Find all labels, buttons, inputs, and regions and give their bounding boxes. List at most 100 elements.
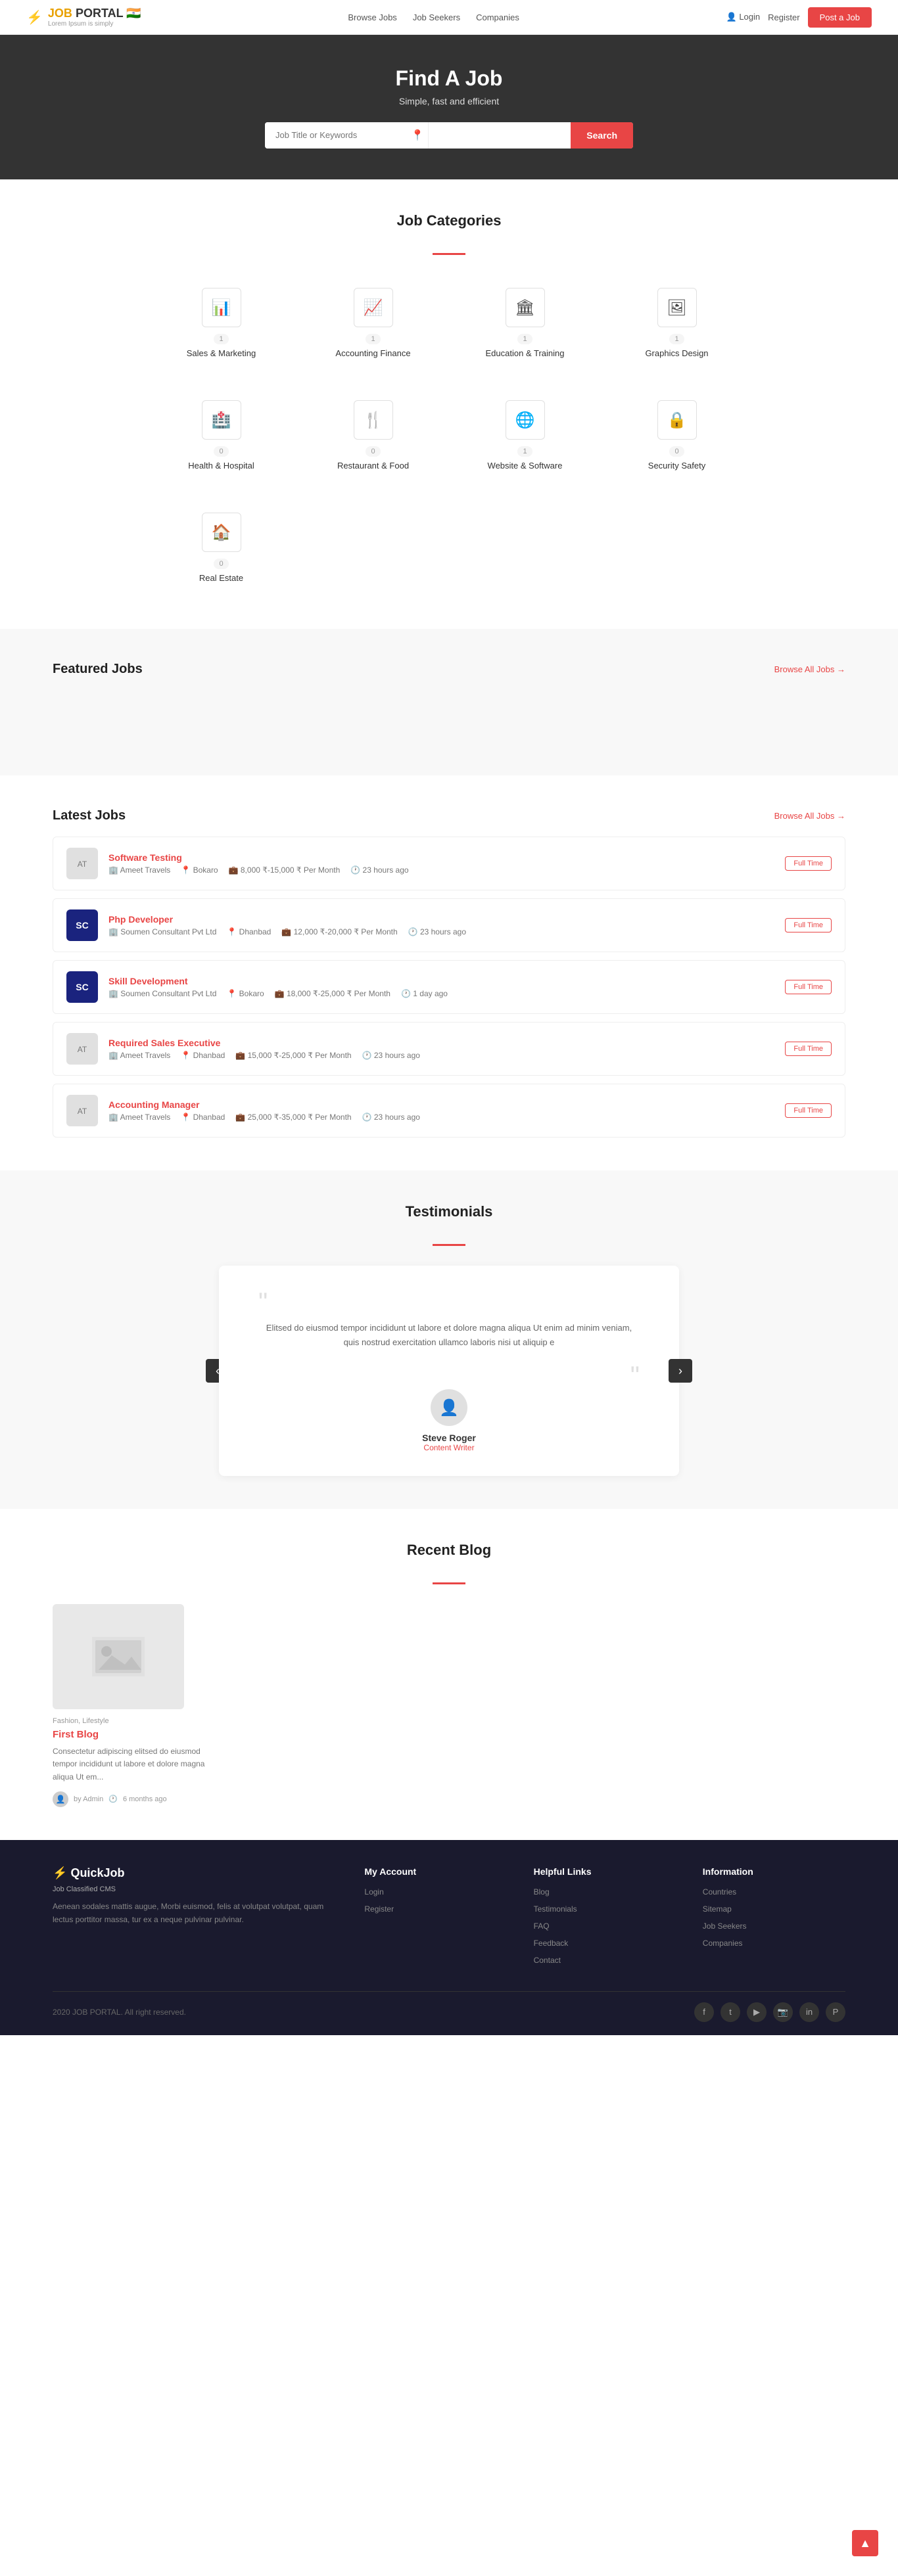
category-realestate[interactable]: 🏠 0 Real Estate <box>153 499 289 596</box>
featured-jobs-placeholder <box>53 690 845 743</box>
login-button[interactable]: 👤 Login <box>726 12 761 22</box>
categories-section: Job Categories 📊 1 Sales & Marketing 📈 1… <box>0 179 898 629</box>
testimonial-next-button[interactable]: › <box>669 1359 692 1383</box>
job-salary-2: 💼 12,000 ₹-20,000 ₹ Per Month <box>281 927 397 936</box>
category-accounting[interactable]: 📈 1 Accounting Finance <box>305 275 441 371</box>
svg-text:AT: AT <box>78 1107 87 1116</box>
latest-section: Latest Jobs Browse All Jobs → AT Softwar… <box>0 775 898 1170</box>
category-health[interactable]: 🏥 0 Health & Hospital <box>153 387 289 484</box>
job-info-software-testing: Software Testing 🏢 Ameet Travels 📍 Bokar… <box>108 852 774 875</box>
footer-desc: Aenean sodales mattis augue, Morbi euism… <box>53 1900 338 1927</box>
footer-link-testimonials[interactable]: Testimonials <box>534 1904 577 1914</box>
location-icon: 📍 <box>407 122 428 149</box>
job-company-5: 🏢 Ameet Travels <box>108 1113 170 1122</box>
category-security[interactable]: 🔒 0 Security Safety <box>609 387 745 484</box>
job-company-2: 🏢 Soumen Consultant Pvt Ltd <box>108 927 216 936</box>
job-logo-at-3: AT <box>66 1095 98 1126</box>
social-pinterest-icon[interactable]: P <box>826 2002 845 2022</box>
category-sales-marketing[interactable]: 📊 1 Sales & Marketing <box>153 275 289 371</box>
hero-section: Find A Job Simple, fast and efficient 📍 … <box>0 35 898 179</box>
register-button[interactable]: Register <box>768 12 799 22</box>
footer-info-col: Information Countries Sitemap Job Seeker… <box>703 1866 845 1971</box>
footer-account-title: My Account <box>364 1866 507 1877</box>
testimonials-divider <box>433 1244 465 1246</box>
footer-brand-col: ⚡ QuickJob Job Classified CMS Aenean sod… <box>53 1866 338 1971</box>
social-instagram-icon[interactable]: 📷 <box>773 2002 793 2022</box>
footer-link-companies[interactable]: Companies <box>703 1939 743 1948</box>
footer-helpful-title: Helpful Links <box>534 1866 676 1877</box>
post-job-button[interactable]: Post a Job <box>808 7 872 28</box>
category-education[interactable]: 🏛 1 Education & Training <box>457 275 593 371</box>
social-linkedin-icon[interactable]: in <box>799 2002 819 2022</box>
search-input[interactable] <box>265 122 407 149</box>
social-twitter-icon[interactable]: t <box>721 2002 740 2022</box>
category-name-graphics: Graphics Design <box>645 348 708 358</box>
footer-link-login[interactable]: Login <box>364 1887 383 1897</box>
job-time-3: 🕐 1 day ago <box>401 989 448 998</box>
footer: ⚡ QuickJob Job Classified CMS Aenean sod… <box>0 1840 898 2035</box>
footer-link-sitemap[interactable]: Sitemap <box>703 1904 732 1914</box>
footer-link-job-seekers[interactable]: Job Seekers <box>703 1921 747 1931</box>
testimonial-card: " Elitsed do eiusmod tempor incididunt u… <box>219 1266 679 1476</box>
job-type-accounting: Full Time <box>785 1103 832 1118</box>
blog-author-avatar: 👤 <box>53 1791 68 1807</box>
job-info-skill: Skill Development 🏢 Soumen Consultant Pv… <box>108 976 774 998</box>
job-title-skill[interactable]: Skill Development <box>108 976 774 986</box>
category-software[interactable]: 🌐 1 Website & Software <box>457 387 593 484</box>
blog-divider <box>433 1582 465 1584</box>
footer-logo-icon: ⚡ <box>53 1866 67 1879</box>
category-name-health: Health & Hospital <box>188 461 254 471</box>
job-card-skill-development: SC Skill Development 🏢 Soumen Consultant… <box>53 960 845 1014</box>
social-youtube-icon[interactable]: ▶ <box>747 2002 767 2022</box>
blog-desc: Consectetur adipiscing elitsed do eiusmo… <box>53 1745 224 1783</box>
blog-tag: Fashion, Lifestyle <box>53 1717 224 1725</box>
nav-job-seekers[interactable]: Job Seekers <box>413 12 460 22</box>
category-icon-sales: 📊 <box>202 288 241 327</box>
job-title-software-testing[interactable]: Software Testing <box>108 852 774 863</box>
location-input[interactable]: Kolkata <box>428 122 571 149</box>
category-restaurant[interactable]: 🍴 0 Restaurant & Food <box>305 387 441 484</box>
nav-browse-jobs[interactable]: Browse Jobs <box>348 12 396 22</box>
job-company-4: 🏢 Ameet Travels <box>108 1051 170 1060</box>
job-location-4: 📍 Dhanbad <box>181 1051 225 1060</box>
footer-info-links: Countries Sitemap Job Seekers Companies <box>703 1886 845 1949</box>
job-meta-php: 🏢 Soumen Consultant Pvt Ltd 📍 Dhanbad 💼 … <box>108 927 774 936</box>
search-button[interactable]: Search <box>571 122 633 149</box>
categories-title: Job Categories <box>53 212 845 229</box>
job-logo-sc-2: SC <box>66 971 98 1003</box>
footer-link-countries[interactable]: Countries <box>703 1887 736 1897</box>
nav-companies[interactable]: Companies <box>476 12 519 22</box>
scroll-top-button[interactable]: ▲ <box>852 2530 878 2556</box>
footer-link-blog[interactable]: Blog <box>534 1887 550 1897</box>
brand-logo-container: ⚡ JOB PORTAL 🇮🇳 Lorem Ipsum is simply <box>26 7 141 28</box>
blog-author: 👤 by Admin 🕐 6 months ago <box>53 1791 224 1807</box>
blog-post-title[interactable]: First Blog <box>53 1729 224 1740</box>
category-icon-accounting: 📈 <box>354 288 393 327</box>
latest-title: Latest Jobs <box>53 808 126 823</box>
social-facebook-icon[interactable]: f <box>694 2002 714 2022</box>
brand-tagline: Lorem Ipsum is simply <box>48 20 141 28</box>
job-logo-sc-1: SC <box>66 909 98 941</box>
footer-link-feedback[interactable]: Feedback <box>534 1939 569 1948</box>
job-title-php[interactable]: Php Developer <box>108 914 774 925</box>
job-logo-at-1: AT <box>66 848 98 879</box>
latest-header: Latest Jobs Browse All Jobs → <box>53 808 845 823</box>
footer-link-register[interactable]: Register <box>364 1904 394 1914</box>
job-time-2: 🕐 23 hours ago <box>408 927 466 936</box>
job-list: AT Software Testing 🏢 Ameet Travels 📍 Bo… <box>53 837 845 1138</box>
job-title-accounting[interactable]: Accounting Manager <box>108 1099 774 1110</box>
job-time-4: 🕐 23 hours ago <box>362 1051 420 1060</box>
featured-header: Featured Jobs Browse All Jobs → <box>53 662 845 677</box>
job-type-software-testing: Full Time <box>785 856 832 871</box>
featured-section: Featured Jobs Browse All Jobs → <box>0 629 898 775</box>
job-info-sales: Required Sales Executive 🏢 Ameet Travels… <box>108 1038 774 1060</box>
job-meta-accounting: 🏢 Ameet Travels 📍 Dhanbad 💼 25,000 ₹-35,… <box>108 1113 774 1122</box>
blog-time: 6 months ago <box>123 1795 167 1803</box>
footer-link-contact[interactable]: Contact <box>534 1956 561 1965</box>
category-graphics[interactable]: 🖼 1 Graphics Design <box>609 275 745 371</box>
footer-link-faq[interactable]: FAQ <box>534 1921 550 1931</box>
footer-account-links: Login Register <box>364 1886 507 1915</box>
latest-browse-all[interactable]: Browse All Jobs → <box>774 811 845 821</box>
featured-browse-all[interactable]: Browse All Jobs → <box>774 664 845 674</box>
job-title-sales[interactable]: Required Sales Executive <box>108 1038 774 1048</box>
